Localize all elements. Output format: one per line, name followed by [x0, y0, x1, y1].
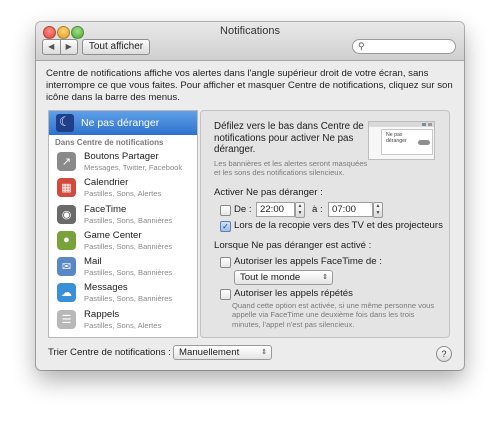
sidebar-item-share-buttons[interactable]: ↗ Boutons Partager Messages, Twitter, Fa…: [49, 148, 197, 174]
calendar-icon: ▦: [57, 178, 76, 198]
popup-arrows-icon: ⇕: [322, 274, 328, 281]
sidebar-item-do-not-disturb[interactable]: ☾ Ne pas déranger: [49, 111, 197, 135]
facetime-calls-checkbox[interactable]: [220, 257, 231, 268]
to-label: à :: [312, 204, 323, 215]
search-input[interactable]: [369, 40, 449, 53]
dnd-preview-image: Ne pas déranger: [368, 121, 435, 160]
popup-arrows-icon: ⇕: [261, 349, 267, 356]
from-time-field[interactable]: 22:00: [256, 202, 295, 217]
app-name: Calendrier: [84, 177, 129, 189]
schedule-checkbox[interactable]: [220, 205, 231, 216]
app-name: Game Center: [84, 229, 142, 241]
repeated-calls-label: Autoriser les appels répétés: [234, 288, 353, 299]
app-alert-types: Pastilles, Sons, Bannières: [84, 215, 173, 225]
messages-icon: ☁: [57, 283, 76, 303]
app-alert-types: Pastilles, Sons, Bannières: [84, 241, 173, 251]
from-label: De :: [234, 204, 252, 215]
when-active-label: Lorsque Ne pas déranger est activé :: [214, 240, 372, 251]
back-button[interactable]: ◀: [43, 40, 61, 54]
sort-popup-value: Manuellement: [179, 347, 240, 358]
notification-center-icon: [428, 123, 432, 126]
panel-subtext: Les bannières et les alertes seront masq…: [214, 159, 368, 178]
help-button[interactable]: ?: [436, 346, 452, 362]
app-list: ☾ Ne pas déranger Dans Centre de notific…: [48, 110, 198, 338]
search-icon: ⚲: [358, 41, 365, 51]
repeated-calls-note: Quand cette option est activée, si une m…: [232, 301, 435, 329]
search-field[interactable]: ⚲: [352, 39, 456, 54]
menu-extra-icon: [422, 123, 426, 126]
app-alert-types: Pastilles, Sons, Alertes: [84, 320, 162, 330]
sidebar-item-calendar[interactable]: ▦ Calendrier Pastilles, Sons, Alertes: [49, 174, 197, 200]
share-icon: ↗: [57, 152, 76, 171]
repeated-calls-checkbox[interactable]: [220, 289, 231, 300]
app-alert-types: Pastilles, Sons, Alertes: [84, 189, 162, 199]
app-name: Rappels: [84, 308, 120, 320]
sidebar-item-label: Ne pas déranger: [81, 117, 160, 129]
sidebar-item-facetime[interactable]: ◉ FaceTime Pastilles, Sons, Bannières: [49, 201, 197, 227]
preferences-window: Notifications ◀ ▶ Tout afficher ⚲ Centre…: [36, 22, 464, 370]
titlebar: Notifications ◀ ▶ Tout afficher ⚲: [36, 22, 464, 61]
sort-popup[interactable]: Manuellement ⇕: [173, 345, 272, 360]
mirroring-label: Lors de la recopie vers des TV et des pr…: [234, 220, 443, 231]
app-alert-types: Messages, Twitter, Facebook: [84, 163, 183, 172]
nav-segment: ◀ ▶: [42, 39, 78, 55]
caller-popup[interactable]: Tout le monde ⇕: [234, 270, 333, 285]
sidebar-item-messages[interactable]: ☁ Messages Pastilles, Sons, Bannières: [49, 279, 197, 305]
to-time-stepper[interactable]: ▲ ▼: [373, 202, 383, 218]
activate-label: Activer Ne pas déranger :: [214, 187, 323, 198]
app-name: Mail: [84, 256, 102, 268]
facetime-icon: ◉: [57, 204, 76, 224]
app-name: FaceTime: [84, 203, 127, 215]
show-all-button[interactable]: Tout afficher: [82, 39, 150, 55]
from-time-stepper[interactable]: ▲ ▼: [295, 202, 305, 218]
app-alert-types: Pastilles, Sons, Bannières: [84, 294, 173, 304]
sort-label: Trier Centre de notifications :: [48, 347, 171, 358]
intro-text: Centre de notifications affiche vos aler…: [46, 68, 453, 104]
app-name: Messages: [84, 282, 128, 294]
to-time-field[interactable]: 07:00: [328, 202, 373, 217]
app-name: Boutons Partager: [84, 151, 159, 162]
preview-label: Ne pas déranger: [386, 132, 407, 144]
section-header: Dans Centre de notifications: [55, 138, 164, 147]
app-alert-types: Pastilles, Sons, Bannières: [84, 268, 173, 278]
moon-icon: ☾: [56, 114, 74, 132]
game-center-icon: ●: [57, 230, 76, 250]
panel-heading: Défilez vers le bas dans Centre de notif…: [214, 121, 364, 156]
mail-icon: ✉: [57, 257, 76, 277]
caller-popup-value: Tout le monde: [240, 272, 301, 283]
window-title: Notifications: [220, 25, 280, 37]
sidebar-item-game-center[interactable]: ● Game Center Pastilles, Sons, Bannières: [49, 227, 197, 253]
reminders-icon: ☰: [57, 309, 76, 329]
toggle-thumbnail: [418, 140, 430, 145]
mirroring-checkbox[interactable]: ✓: [220, 221, 231, 232]
facetime-calls-label: Autoriser les appels FaceTime de :: [234, 256, 382, 267]
sidebar-item-mail[interactable]: ✉ Mail Pastilles, Sons, Bannières: [49, 253, 197, 279]
sidebar-item-reminders[interactable]: ☰ Rappels Pastilles, Sons, Alertes: [49, 306, 197, 332]
dnd-settings-panel: Défilez vers le bas dans Centre de notif…: [200, 110, 450, 338]
forward-button[interactable]: ▶: [61, 40, 78, 54]
